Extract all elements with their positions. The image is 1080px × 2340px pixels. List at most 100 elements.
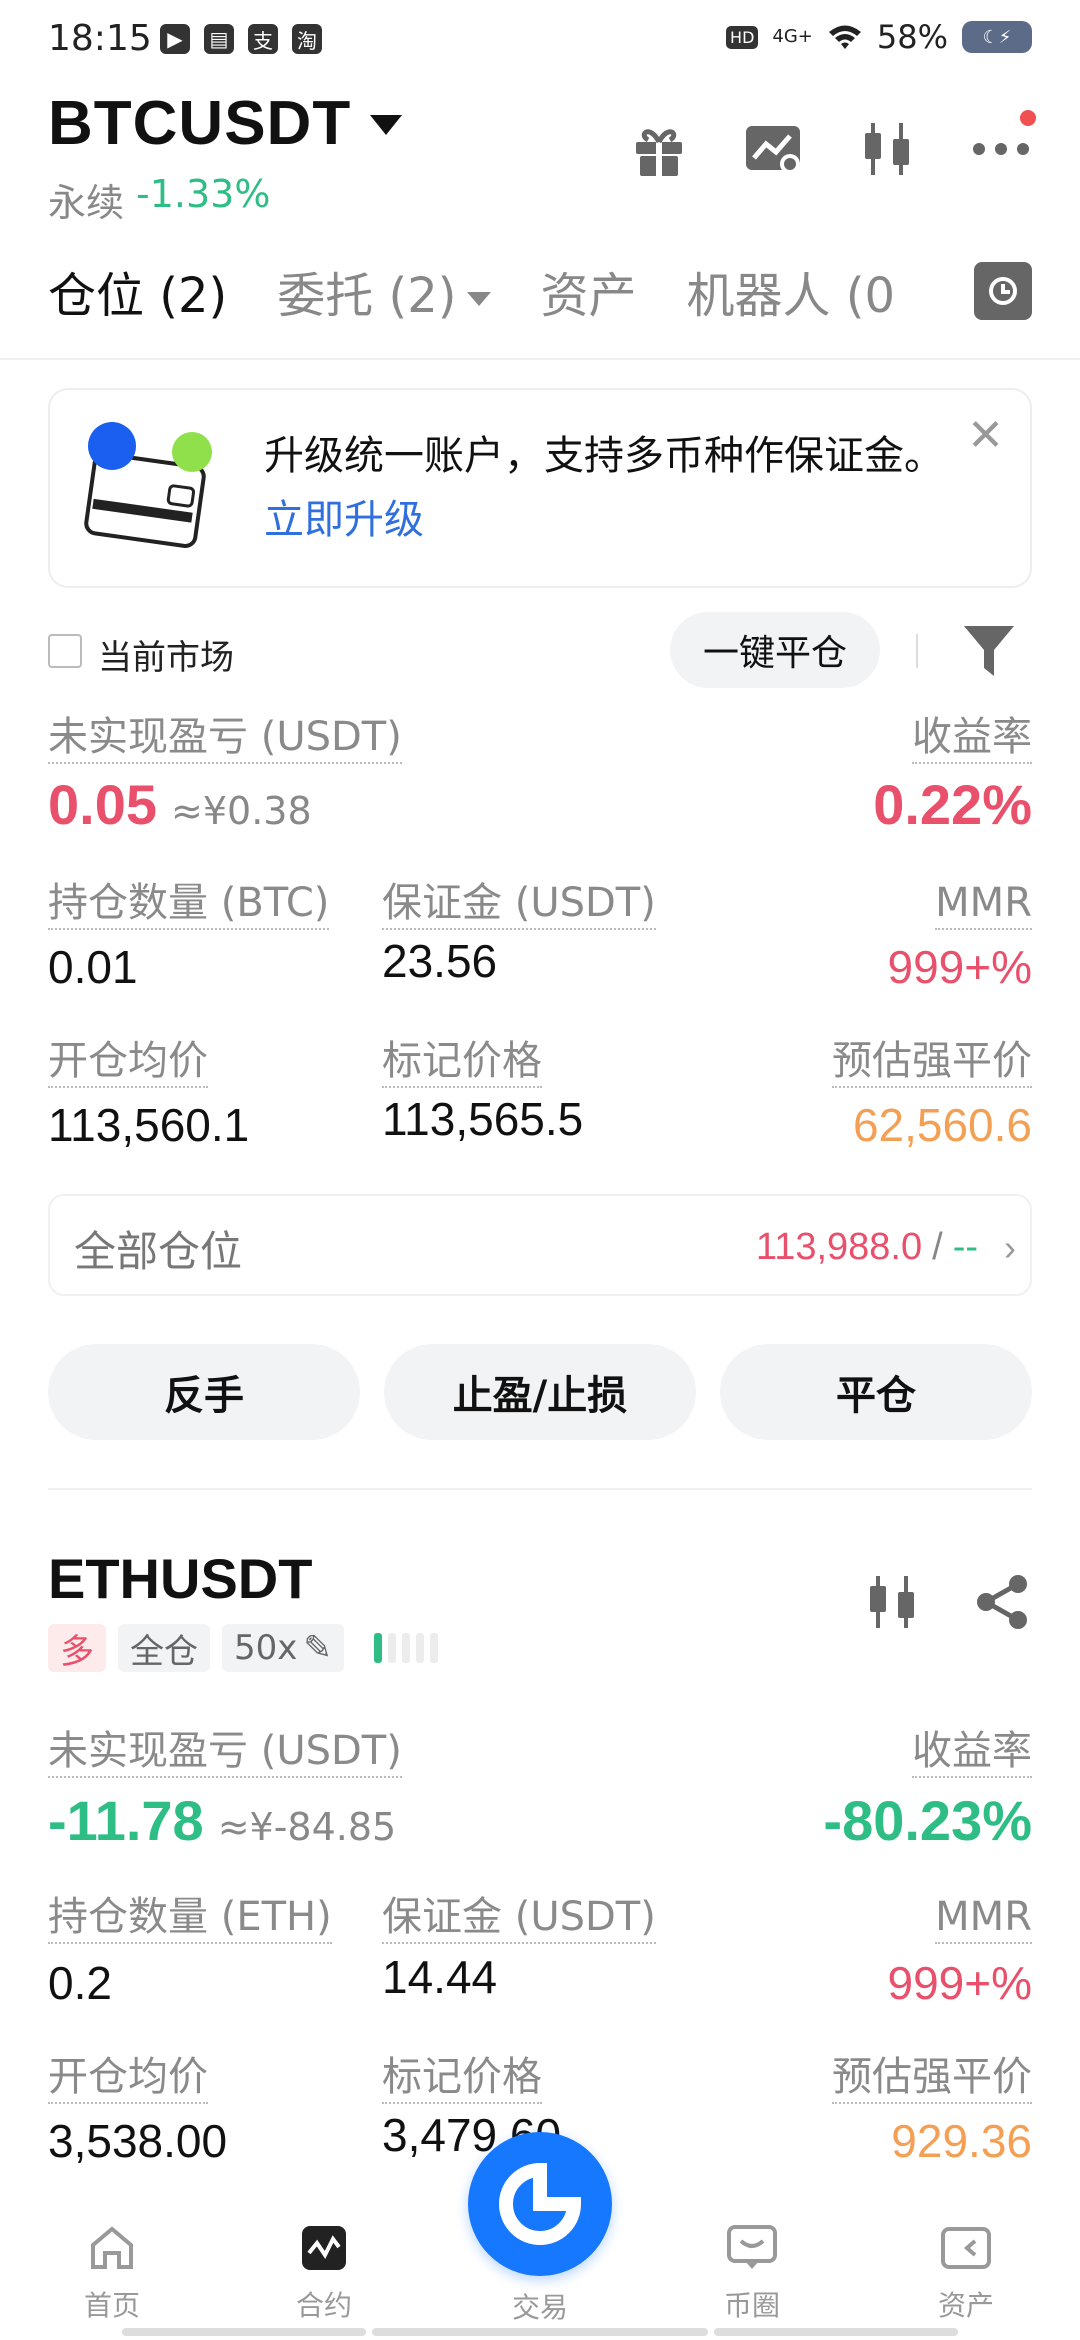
risk-bar (387, 1633, 396, 1663)
battery-percent: 58% (876, 18, 948, 56)
nav-home-label: 首页 (83, 2289, 140, 2322)
margin-value: 23.56 (382, 935, 498, 987)
signal-icon: 4G+ (772, 26, 813, 47)
wifi-icon (828, 25, 861, 49)
eth-tags: 多 全仓 50x ✎ (48, 1624, 438, 1672)
margin-mode-badge: 全仓 (118, 1624, 210, 1672)
tab-orders[interactable]: 委托 (2) (277, 256, 491, 326)
position-size-value: 0.2 (48, 1957, 112, 2009)
mark-price-value: 113,565.5 (382, 1093, 584, 1145)
mark-price-label[interactable]: 标记价格 (382, 2052, 542, 2104)
risk-bar (415, 1633, 424, 1663)
trade-icon (499, 2162, 582, 2245)
pair-subtitle: 永续 -1.33% (48, 172, 270, 227)
home-icon (84, 2220, 140, 2276)
home-indicator (714, 2328, 958, 2336)
margin-label[interactable]: 保证金 (USDT) (382, 878, 656, 930)
unrealized-pnl: -11.78 ≈¥-84.85 (48, 1788, 396, 1853)
divider (916, 634, 918, 668)
status-time: 18:15 (48, 18, 152, 59)
all-positions-price: 113,988.0 (755, 1226, 923, 1268)
candlestick-icon[interactable] (862, 1572, 922, 1636)
pair-title[interactable]: BTCUSDT (48, 88, 351, 159)
home-indicator (122, 2328, 366, 2336)
unrealized-pnl-label[interactable]: 未实现盈亏 (USDT) (48, 1726, 402, 1778)
mmr-label[interactable]: MMR (935, 878, 1032, 930)
mmr-value: 999+% (887, 1957, 1032, 2009)
price-change: -1.33% (136, 172, 271, 216)
liq-price-value: 929.36 (891, 2115, 1032, 2167)
tab-positions[interactable]: 仓位 (2) (48, 256, 227, 326)
mmr-label[interactable]: MMR (935, 1892, 1032, 1944)
candlestick-icon[interactable] (856, 118, 918, 180)
unrealized-pnl-cny: ≈¥-84.85 (217, 1805, 397, 1849)
position-size-label[interactable]: 持仓数量 (ETH) (48, 1892, 332, 1944)
risk-bar (429, 1633, 438, 1663)
play-icon: ▶ (160, 24, 190, 54)
roe-label[interactable]: 收益率 (912, 712, 1032, 764)
chevron-down-icon[interactable] (370, 115, 402, 135)
roe-label[interactable]: 收益率 (912, 1726, 1032, 1778)
all-positions-label: 全部仓位 (74, 1227, 243, 1276)
all-positions-value: 113,988.0 / -- › (756, 1226, 1016, 1269)
hd-icon: HD (726, 25, 759, 49)
nav-community-label: 币圈 (723, 2289, 780, 2322)
tab-fade (900, 250, 960, 330)
nav-assets[interactable]: 资产 (906, 2220, 1026, 2324)
header-actions (628, 110, 1036, 180)
current-market-label: 当前市场 (98, 638, 234, 678)
current-market-checkbox[interactable] (48, 634, 82, 668)
entry-price-value: 3,538.00 (48, 2115, 228, 2167)
entry-price-label[interactable]: 开仓均价 (48, 2052, 208, 2104)
all-positions-separator: / (932, 1226, 943, 1268)
status-notification-icons: ▶ ▤ 支 淘 (160, 24, 322, 54)
futures-icon (296, 2220, 352, 2276)
filter-icon[interactable] (962, 622, 1016, 684)
tab-bots[interactable]: 机器人 (0 (687, 256, 896, 326)
book-icon: ▤ (204, 24, 234, 54)
leverage-badge[interactable]: 50x ✎ (222, 1624, 344, 1672)
liq-price-label[interactable]: 预估强平价 (832, 2052, 1032, 2104)
chart-settings-icon[interactable] (742, 118, 804, 180)
unrealized-pnl-value: -11.78 (48, 1789, 204, 1852)
tab-orders-label: 委托 (2) (277, 268, 457, 324)
unrealized-pnl-label[interactable]: 未实现盈亏 (USDT) (48, 712, 402, 764)
wallet-icon (80, 420, 220, 560)
close-all-button[interactable]: 一键平仓 (670, 612, 880, 688)
eth-pair-title[interactable]: ETHUSDT (48, 1546, 312, 1611)
home-indicator (372, 2328, 708, 2336)
tab-assets[interactable]: 资产 (541, 256, 637, 326)
contract-type: 永续 (48, 181, 125, 225)
taobao-icon: 淘 (292, 24, 322, 54)
more-icon[interactable] (970, 110, 1036, 180)
gift-icon[interactable] (628, 118, 690, 180)
nav-home[interactable]: 首页 (52, 2220, 172, 2324)
nav-community[interactable]: 币圈 (692, 2220, 812, 2324)
risk-level-bars (373, 1633, 438, 1663)
margin-label[interactable]: 保证金 (USDT) (382, 1892, 656, 1944)
liq-price-label[interactable]: 预估强平价 (832, 1036, 1032, 1088)
upgrade-link[interactable]: 立即升级 (264, 497, 424, 543)
divider (48, 1488, 1032, 1490)
mark-price-label[interactable]: 标记价格 (382, 1036, 542, 1088)
close-position-button[interactable]: 平仓 (720, 1344, 1032, 1440)
position-size-label[interactable]: 持仓数量 (BTC) (48, 878, 330, 930)
history-icon[interactable] (974, 262, 1032, 320)
banner-message: 升级统一账户，支持多币种作保证金。 (264, 433, 944, 479)
close-icon[interactable]: ✕ (967, 410, 1004, 461)
reverse-button[interactable]: 反手 (48, 1344, 360, 1440)
nav-futures[interactable]: 合约 (264, 2220, 384, 2324)
banner-text: 升级统一账户，支持多币种作保证金。 立即升级 (264, 424, 964, 552)
entry-price-label[interactable]: 开仓均价 (48, 1036, 208, 1088)
roe-value: -80.23% (823, 1789, 1032, 1852)
chevron-right-icon: › (1004, 1226, 1016, 1268)
tp-sl-button[interactable]: 止盈/止损 (384, 1344, 696, 1440)
edit-icon: ✎ (303, 1628, 332, 1668)
nav-assets-label: 资产 (937, 2289, 994, 2322)
risk-bar (373, 1633, 382, 1663)
share-icon[interactable] (972, 1572, 1032, 1636)
roe-value: 0.22% (873, 773, 1032, 836)
nav-trade-label[interactable]: 交易 (480, 2286, 600, 2326)
alipay-icon: 支 (248, 24, 278, 54)
trade-button[interactable] (468, 2132, 612, 2276)
